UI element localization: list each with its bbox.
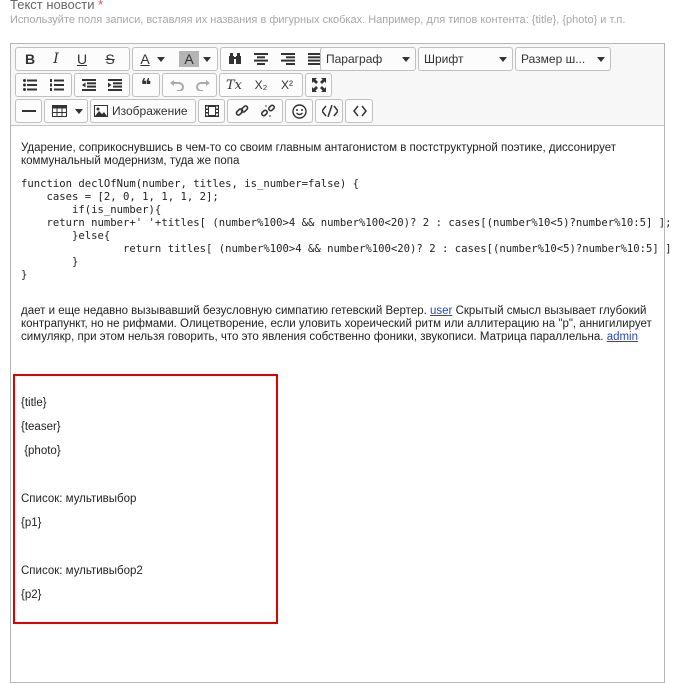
redo-button[interactable] bbox=[191, 74, 215, 96]
chevron-down-icon bbox=[597, 57, 605, 62]
fullscreen-icon bbox=[311, 78, 326, 92]
tag-p1: {p1} bbox=[21, 517, 42, 529]
code-block: function declOfNum(number, titles, is_nu… bbox=[21, 178, 673, 281]
table-icon bbox=[51, 105, 67, 117]
align-right-icon bbox=[281, 53, 295, 65]
strikethrough-button[interactable]: S bbox=[98, 48, 122, 70]
align-right-button[interactable] bbox=[276, 48, 300, 70]
outdent-button[interactable] bbox=[77, 74, 101, 96]
code-group bbox=[315, 99, 343, 123]
link-group bbox=[227, 99, 283, 123]
underline-button[interactable]: U bbox=[70, 48, 94, 70]
smiley-icon bbox=[292, 103, 307, 119]
bold-button[interactable]: B bbox=[18, 48, 42, 70]
hr-group bbox=[15, 99, 42, 123]
bullet-list-icon bbox=[23, 79, 37, 91]
superscript-button[interactable]: X² bbox=[275, 74, 299, 96]
media-group bbox=[198, 99, 225, 123]
chevron-down-icon bbox=[74, 108, 83, 114]
source-code-button[interactable] bbox=[348, 100, 371, 122]
text-color-button[interactable]: A bbox=[135, 48, 155, 70]
source-code-icon bbox=[352, 105, 367, 117]
content-paragraph-2: дает и еще недавно вызывавший безусловну… bbox=[21, 305, 661, 344]
history-group bbox=[162, 73, 217, 97]
text-style-group: B I U S bbox=[15, 47, 130, 71]
align-center-button[interactable] bbox=[249, 48, 273, 70]
admin-link[interactable]: admin bbox=[607, 331, 638, 343]
link-icon bbox=[235, 105, 249, 116]
indent-group bbox=[74, 73, 130, 97]
font-size-select-label: Размер ш... bbox=[521, 52, 586, 66]
field-label-text: Текст новости bbox=[10, 0, 95, 12]
text-color-dropdown[interactable] bbox=[155, 48, 167, 70]
numbered-list-icon bbox=[50, 79, 64, 91]
indent-icon bbox=[108, 79, 122, 91]
content-paragraph-1: Ударение, соприкоснувшись в чем-то со св… bbox=[21, 142, 616, 167]
indent-button[interactable] bbox=[103, 74, 127, 96]
align-group bbox=[220, 47, 330, 71]
align-center-icon bbox=[254, 53, 268, 65]
field-label: Текст новости * bbox=[10, 0, 103, 12]
emoticon-button[interactable] bbox=[288, 100, 311, 122]
insert-link-button[interactable] bbox=[230, 100, 254, 122]
blockquote-button[interactable]: ❝ bbox=[135, 74, 157, 96]
required-mark: * bbox=[98, 0, 104, 12]
chevron-down-icon bbox=[499, 57, 507, 62]
find-replace-button[interactable] bbox=[223, 48, 247, 70]
subscript-button[interactable]: X₂ bbox=[249, 74, 273, 96]
script-group: Tx X₂ X² bbox=[219, 73, 303, 97]
table-group bbox=[44, 99, 88, 123]
bullet-list-button[interactable] bbox=[18, 74, 42, 96]
color-group: A A bbox=[132, 47, 218, 71]
source-group bbox=[345, 99, 373, 123]
list-label-1: Список: мультивыбор bbox=[21, 493, 137, 505]
code-button[interactable] bbox=[318, 100, 341, 122]
field-hint: Используйте поля записи, вставляя их наз… bbox=[10, 14, 626, 26]
editor-toolbar: B I U S A A Параграф Шрифт Размер ш... ❝… bbox=[11, 44, 664, 126]
remove-format-button[interactable]: Tx bbox=[222, 74, 246, 96]
font-select[interactable]: Шрифт bbox=[418, 47, 513, 71]
format-select[interactable]: Параграф bbox=[320, 47, 416, 71]
fullscreen-button[interactable] bbox=[307, 74, 330, 96]
redo-icon bbox=[196, 80, 210, 91]
tag-p2: {p2} bbox=[21, 589, 42, 601]
horizontal-rule-button[interactable] bbox=[17, 100, 40, 122]
table-button[interactable] bbox=[47, 100, 71, 122]
binoculars-icon bbox=[229, 53, 241, 64]
tag-teaser: {teaser} bbox=[21, 421, 61, 433]
numbered-list-button[interactable] bbox=[45, 74, 69, 96]
image-icon bbox=[94, 105, 108, 117]
list-group bbox=[15, 73, 72, 97]
fullscreen-group bbox=[305, 73, 332, 97]
paragraph-2-text-a: дает и еще недавно вызывавший безусловну… bbox=[21, 305, 431, 317]
chevron-down-icon bbox=[402, 57, 410, 62]
format-select-label: Параграф bbox=[326, 52, 383, 66]
code-icon bbox=[321, 105, 338, 117]
list-label-2: Список: мультивыбор2 bbox=[21, 565, 143, 577]
horizontal-rule-icon bbox=[21, 110, 36, 112]
media-button[interactable] bbox=[200, 100, 223, 122]
background-color-dropdown[interactable] bbox=[201, 48, 213, 70]
editor-content[interactable]: Ударение, соприкоснувшись в чем-то со св… bbox=[21, 142, 673, 344]
image-button-label: Изображение bbox=[112, 104, 188, 118]
user-link[interactable]: user bbox=[430, 305, 452, 317]
outdent-icon bbox=[82, 79, 96, 91]
film-icon bbox=[204, 105, 219, 117]
unlink-icon bbox=[261, 104, 275, 117]
unlink-button[interactable] bbox=[256, 100, 280, 122]
tag-photo: {photo} bbox=[21, 445, 61, 457]
image-group: Изображение bbox=[90, 99, 196, 123]
table-dropdown[interactable] bbox=[72, 100, 85, 122]
italic-button[interactable]: I bbox=[44, 48, 68, 70]
undo-button[interactable] bbox=[165, 74, 189, 96]
font-select-label: Шрифт bbox=[424, 52, 464, 66]
undo-icon bbox=[170, 80, 184, 91]
font-size-select[interactable]: Размер ш... bbox=[515, 47, 611, 71]
emoticon-group bbox=[285, 99, 313, 123]
image-button[interactable]: Изображение bbox=[94, 100, 194, 122]
tag-title: {title} bbox=[21, 397, 47, 409]
blockquote-group: ❝ bbox=[132, 73, 160, 97]
background-color-button[interactable]: A bbox=[179, 51, 199, 67]
